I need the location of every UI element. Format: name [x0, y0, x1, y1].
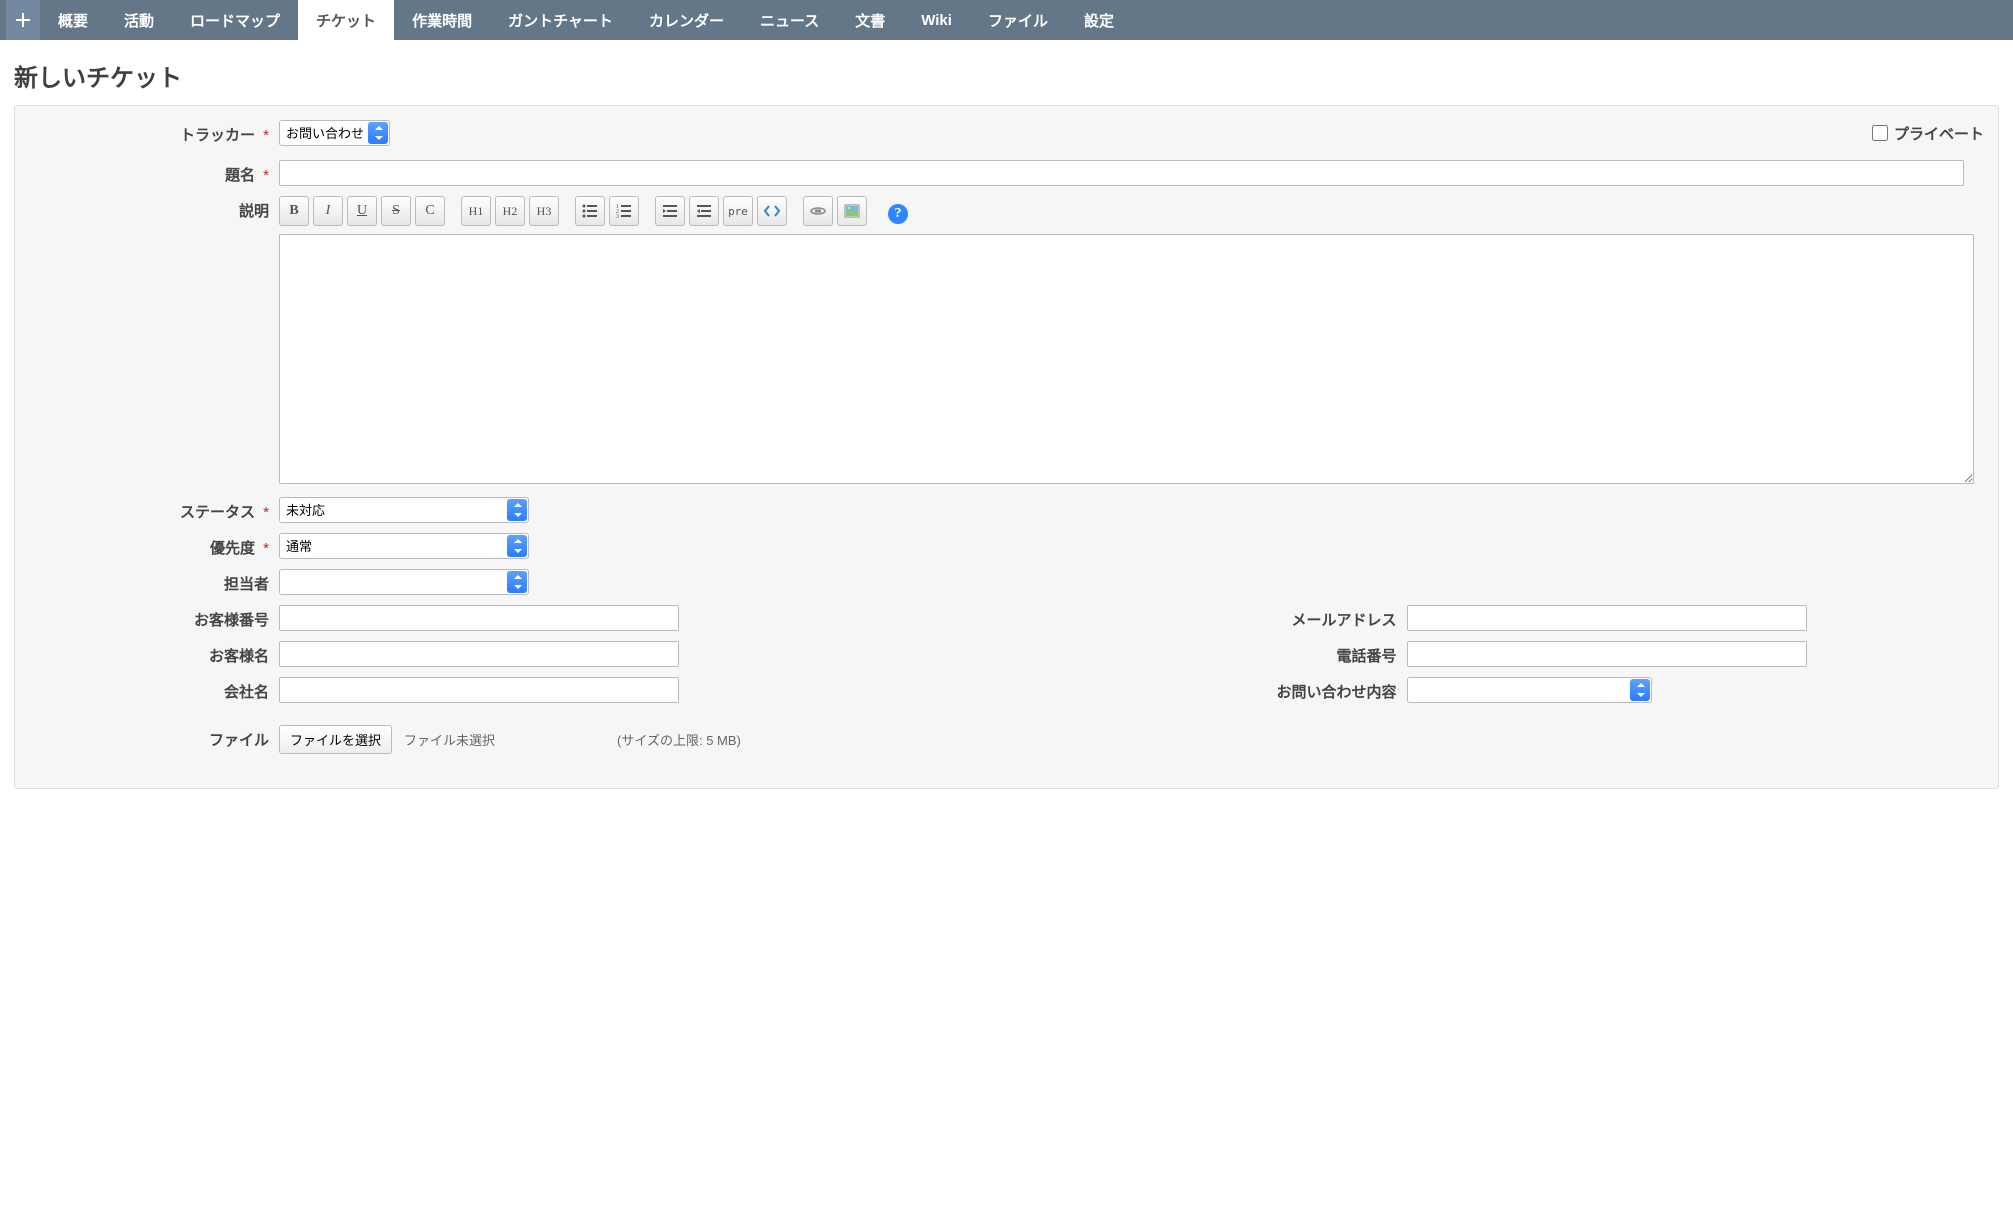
priority-label: 優先度 * [29, 533, 279, 558]
private-checkbox[interactable] [1872, 125, 1888, 141]
required-mark: * [263, 127, 269, 144]
code-block-button[interactable] [757, 196, 787, 226]
tracker-select[interactable]: お問い合わせ [279, 120, 390, 146]
required-mark: * [263, 504, 269, 521]
assignee-label: 担当者 [29, 569, 279, 594]
priority-label-text: 優先度 [210, 540, 255, 557]
status-label: ステータス * [29, 497, 279, 522]
ol-button[interactable]: 123 [609, 196, 639, 226]
assignee-select[interactable] [279, 569, 529, 595]
image-button[interactable] [837, 196, 867, 226]
tab-overview[interactable]: 概要 [40, 0, 106, 40]
company-label: 会社名 [29, 677, 279, 702]
tab-time[interactable]: 作業時間 [394, 0, 490, 40]
tab-roadmap[interactable]: ロードマップ [172, 0, 298, 40]
list-ul-icon [581, 202, 599, 220]
link-button[interactable] [803, 196, 833, 226]
tab-wiki[interactable]: Wiki [903, 0, 970, 40]
page-title: 新しいチケット [0, 40, 2013, 105]
help-button[interactable]: ? [883, 196, 913, 226]
inquiry-select[interactable] [1407, 677, 1652, 703]
file-hint: (サイズの上限: 5 MB) [617, 730, 741, 749]
inquiry-label: お問い合わせ内容 [1007, 677, 1407, 702]
file-choose-button[interactable]: ファイルを選択 [279, 725, 392, 754]
subject-label: 題名 * [29, 160, 279, 185]
image-icon [843, 202, 861, 220]
new-item-button[interactable] [6, 0, 40, 40]
tab-activity[interactable]: 活動 [106, 0, 172, 40]
file-label: ファイル [29, 725, 279, 750]
h3-button[interactable]: H3 [529, 196, 559, 226]
editor-toolbar: B I U S C H1 H2 H3 123 [279, 196, 1984, 226]
indent-icon [695, 202, 713, 220]
required-mark: * [263, 167, 269, 184]
tab-calendar[interactable]: カレンダー [631, 0, 742, 40]
customer-no-input[interactable] [279, 605, 679, 631]
bold-button[interactable]: B [279, 196, 309, 226]
link-icon [809, 202, 827, 220]
tab-gantt[interactable]: ガントチャート [490, 0, 631, 40]
tab-settings[interactable]: 設定 [1066, 0, 1132, 40]
ul-button[interactable] [575, 196, 605, 226]
code-block-icon [763, 202, 781, 220]
help-icon: ? [888, 204, 908, 224]
priority-select[interactable]: 通常 [279, 533, 529, 559]
h2-button[interactable]: H2 [495, 196, 525, 226]
phone-label: 電話番号 [1007, 641, 1407, 666]
list-ol-icon: 123 [615, 202, 633, 220]
italic-button[interactable]: I [313, 196, 343, 226]
strike-button[interactable]: S [381, 196, 411, 226]
subject-label-text: 題名 [225, 167, 255, 184]
tab-issues[interactable]: チケット [298, 0, 394, 40]
description-textarea[interactable] [279, 234, 1974, 484]
status-label-text: ステータス [180, 504, 255, 521]
customer-no-label: お客様番号 [29, 605, 279, 630]
customer-name-label: お客様名 [29, 641, 279, 666]
pre-button[interactable]: pre [723, 196, 753, 226]
issue-form: トラッカー * お問い合わせ プライベート 題名 * [14, 105, 1999, 789]
subject-input[interactable] [279, 160, 1964, 186]
file-status: ファイル未選択 [404, 730, 495, 749]
main-nav: 概要 活動 ロードマップ チケット 作業時間 ガントチャート カレンダー ニュー… [0, 0, 2013, 40]
tab-news[interactable]: ニュース [742, 0, 837, 40]
phone-input[interactable] [1407, 641, 1807, 667]
status-select[interactable]: 未対応 [279, 497, 529, 523]
plus-icon [16, 13, 30, 27]
inline-code-button[interactable]: C [415, 196, 445, 226]
company-input[interactable] [279, 677, 679, 703]
svg-text:3: 3 [616, 214, 619, 220]
description-label: 説明 [29, 196, 279, 221]
indent-button[interactable] [689, 196, 719, 226]
outdent-button[interactable] [655, 196, 685, 226]
email-label: メールアドレス [1007, 605, 1407, 630]
email-input[interactable] [1407, 605, 1807, 631]
private-checkbox-label[interactable]: プライベート [1872, 120, 1984, 146]
underline-button[interactable]: U [347, 196, 377, 226]
customer-name-input[interactable] [279, 641, 679, 667]
outdent-icon [661, 202, 679, 220]
required-mark: * [263, 540, 269, 557]
tab-files[interactable]: ファイル [970, 0, 1066, 40]
private-label-text: プライベート [1894, 123, 1984, 144]
h1-button[interactable]: H1 [461, 196, 491, 226]
tracker-label: トラッカー * [29, 120, 279, 145]
tracker-label-text: トラッカー [180, 127, 255, 144]
tab-documents[interactable]: 文書 [837, 0, 903, 40]
